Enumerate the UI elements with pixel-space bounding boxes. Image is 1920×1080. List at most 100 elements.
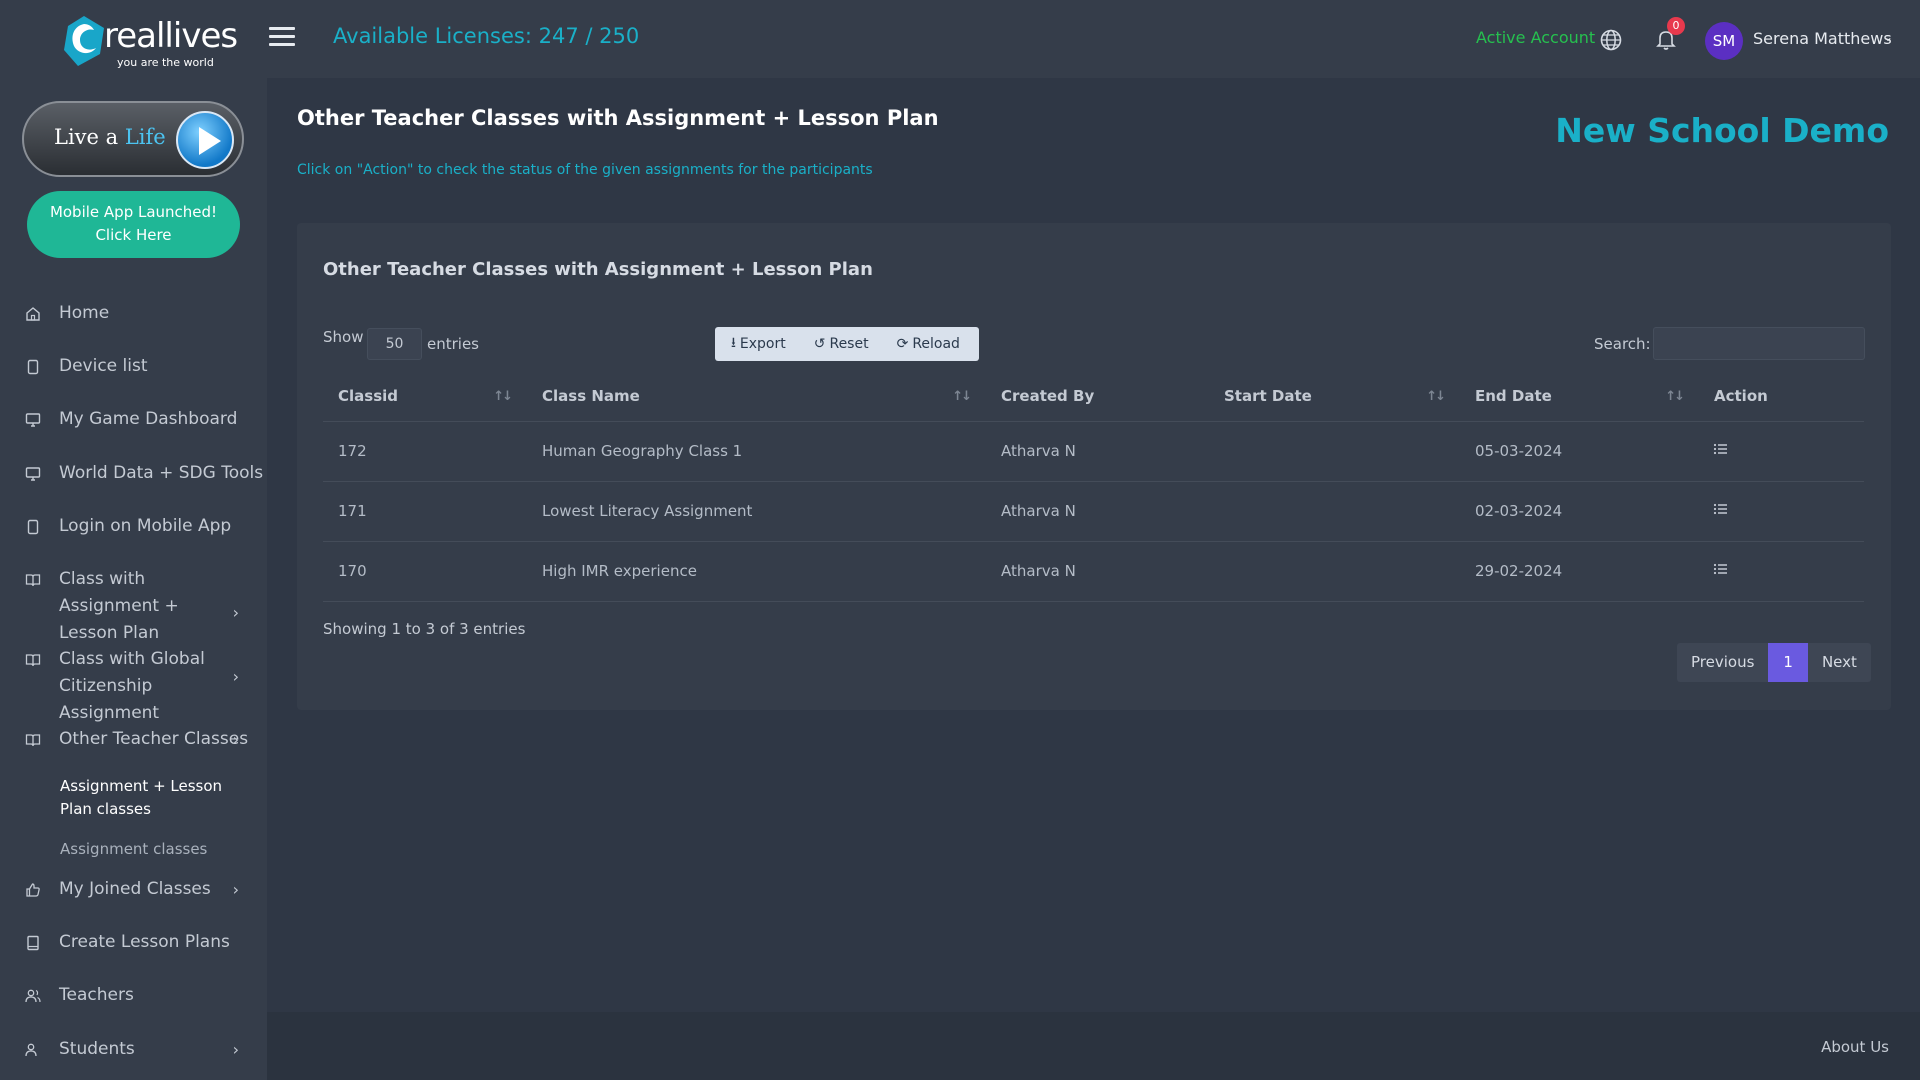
sidebar-item-students[interactable]: Students ›	[0, 1036, 267, 1063]
live-prefix: Live a	[54, 125, 119, 149]
table-info: Showing 1 to 3 of 3 entries	[323, 620, 526, 638]
column-header-label: Action	[1714, 386, 1768, 405]
sidebar-item-my-joined-classes[interactable]: My Joined Classes ›	[0, 876, 267, 903]
live-a-life-button[interactable]: Live a Life	[22, 101, 244, 177]
cell-class-name: Lowest Literacy Assignment	[527, 481, 986, 542]
user-menu[interactable]: Serena Matthews	[1753, 29, 1892, 48]
sidebar-item-text: Class with Assignment + Lesson Plan	[59, 569, 179, 643]
sidebar: reallives you are the world Live a Life …	[0, 0, 267, 1080]
card-title: Other Teacher Classes with Assignment + …	[323, 259, 873, 280]
previous-button[interactable]: Previous	[1677, 643, 1769, 682]
sidebar-item-home[interactable]: Home	[0, 300, 267, 327]
export-button[interactable]: ⭳ Export	[715, 327, 786, 361]
sidebar-item-label: Device list	[59, 356, 148, 376]
top-bar: Available Licenses: 247 / 250 Active Acc…	[267, 0, 1920, 78]
cell-end-date: 02-03-2024	[1460, 481, 1699, 542]
entries-label: entries	[427, 335, 479, 353]
cell-created-by: Atharva N	[986, 421, 1209, 482]
brand-name: reallives	[104, 16, 238, 56]
table-row: 171 Lowest Literacy Assignment Atharva N…	[323, 481, 1864, 542]
search-input[interactable]	[1653, 327, 1865, 360]
table-toolbar: ⭳ Export ↺ Reset ⟳ Reload	[715, 327, 979, 361]
sidebar-item-label: Teachers	[59, 985, 134, 1005]
column-header-label: Class Name	[542, 386, 640, 405]
column-header-action: Action	[1699, 371, 1864, 422]
monitor-icon	[25, 413, 41, 427]
subitem-assignment-classes[interactable]: Assignment classes	[60, 838, 207, 861]
sidebar-item-other-teacher-classes[interactable]: Other Teacher Classes ›	[0, 726, 267, 753]
users-icon	[25, 989, 41, 1003]
mobile-app-button[interactable]: Mobile App Launched! Click Here	[27, 191, 240, 258]
sidebar-item-text: Class with Global Citizenship Assignment	[59, 649, 205, 723]
thumbs-up-icon	[26, 883, 40, 897]
play-icon	[176, 111, 234, 169]
about-us-link[interactable]: About Us	[1821, 1038, 1889, 1056]
brand-logo[interactable]: reallives you are the world	[60, 12, 238, 70]
reload-button[interactable]: ⟳ Reload	[869, 327, 960, 361]
table-row: 172 Human Geography Class 1 Atharva N 05…	[323, 421, 1864, 482]
menu-toggle-icon[interactable]	[269, 27, 295, 47]
column-header-class-name[interactable]: Class Name ↑↓	[527, 371, 986, 422]
subitem-assignment-lesson-plan-classes[interactable]: Assignment + Lesson Plan classes	[60, 775, 230, 821]
undo-icon: ↺	[813, 336, 826, 352]
live-a-life-label: Live a Life	[54, 125, 166, 149]
reset-button[interactable]: ↺ Reset	[786, 327, 869, 361]
sidebar-item-world-data[interactable]: World Data + SDG Tools	[0, 460, 267, 487]
list-icon[interactable]	[1713, 502, 1729, 516]
list-icon[interactable]	[1713, 562, 1729, 576]
avatar[interactable]: SM	[1705, 22, 1743, 60]
notification-badge: 0	[1667, 17, 1685, 35]
cell-class-name: High IMR experience	[527, 541, 986, 602]
column-header-created-by: Created By	[986, 371, 1209, 422]
chevron-right-icon: ›	[232, 1040, 239, 1059]
cell-class-name: Human Geography Class 1	[527, 421, 986, 482]
show-label: Show	[323, 328, 364, 346]
sidebar-item-login-mobile[interactable]: Login on Mobile App	[0, 513, 267, 540]
column-header-start-date[interactable]: Start Date ↑↓	[1209, 371, 1460, 422]
chevron-down-icon[interactable]: ⌄	[1883, 30, 1893, 44]
sort-icon: ↑↓	[1665, 389, 1685, 404]
column-header-end-date[interactable]: End Date ↑↓	[1460, 371, 1699, 422]
table-header-row: Classid ↑↓ Class Name ↑↓ Created By Start …	[323, 371, 1864, 422]
sort-icon: ↑↓	[952, 389, 972, 404]
mobile-app-line1: Mobile App Launched!	[49, 203, 218, 221]
sort-icon: ↑↓	[493, 389, 513, 404]
cell-classid: 171	[323, 481, 527, 542]
sort-icon: ↑↓	[1426, 389, 1446, 404]
live-suffix: Life	[124, 125, 166, 149]
cell-end-date: 05-03-2024	[1460, 421, 1699, 482]
reset-label: Reset	[829, 336, 869, 352]
sidebar-item-teachers[interactable]: Teachers	[0, 982, 267, 1009]
next-button[interactable]: Next	[1807, 643, 1871, 682]
reload-label: Reload	[912, 336, 960, 352]
cell-action	[1699, 421, 1864, 482]
mobile-app-line2: Click Here	[95, 226, 172, 244]
page-title: Other Teacher Classes with Assignment + …	[297, 106, 939, 130]
column-header-label: Created By	[1001, 386, 1095, 405]
chevron-right-icon: ›	[232, 667, 239, 686]
sidebar-item-label: Students	[59, 1039, 135, 1059]
book-icon	[27, 935, 39, 951]
page-1-button[interactable]: 1	[1768, 643, 1808, 682]
pagination: Previous 1 Next	[1677, 643, 1871, 682]
classes-card: Other Teacher Classes with Assignment + …	[297, 223, 1891, 710]
sidebar-item-device-list[interactable]: Device list	[0, 353, 267, 380]
sidebar-item-create-lesson-plans[interactable]: Create Lesson Plans	[0, 929, 267, 956]
sidebar-item-my-game-dashboard[interactable]: My Game Dashboard	[0, 406, 267, 433]
cell-created-by: Atharva N	[986, 481, 1209, 542]
account-status: Active Account	[1476, 28, 1596, 47]
globe-icon[interactable]	[1599, 28, 1623, 52]
cell-classid: 172	[323, 421, 527, 482]
page-size-select[interactable]: 50	[367, 328, 422, 360]
list-icon[interactable]	[1713, 442, 1729, 456]
refresh-icon: ⟳	[896, 336, 909, 352]
device-icon	[27, 359, 39, 375]
cell-end-date: 29-02-2024	[1460, 541, 1699, 602]
sidebar-item-class-global-citizenship[interactable]: Class with Global Citizenship Assignment…	[0, 646, 267, 727]
sidebar-item-class-assignment-lesson[interactable]: Class with Assignment + Lesson Plan ›	[0, 566, 267, 647]
column-header-label: Start Date	[1224, 386, 1312, 405]
column-header-classid[interactable]: Classid ↑↓	[323, 371, 527, 422]
brand-tagline: you are the world	[117, 56, 214, 69]
classes-table: Classid ↑↓ Class Name ↑↓ Created By Start …	[323, 371, 1864, 602]
chevron-right-icon: ›	[232, 730, 239, 749]
